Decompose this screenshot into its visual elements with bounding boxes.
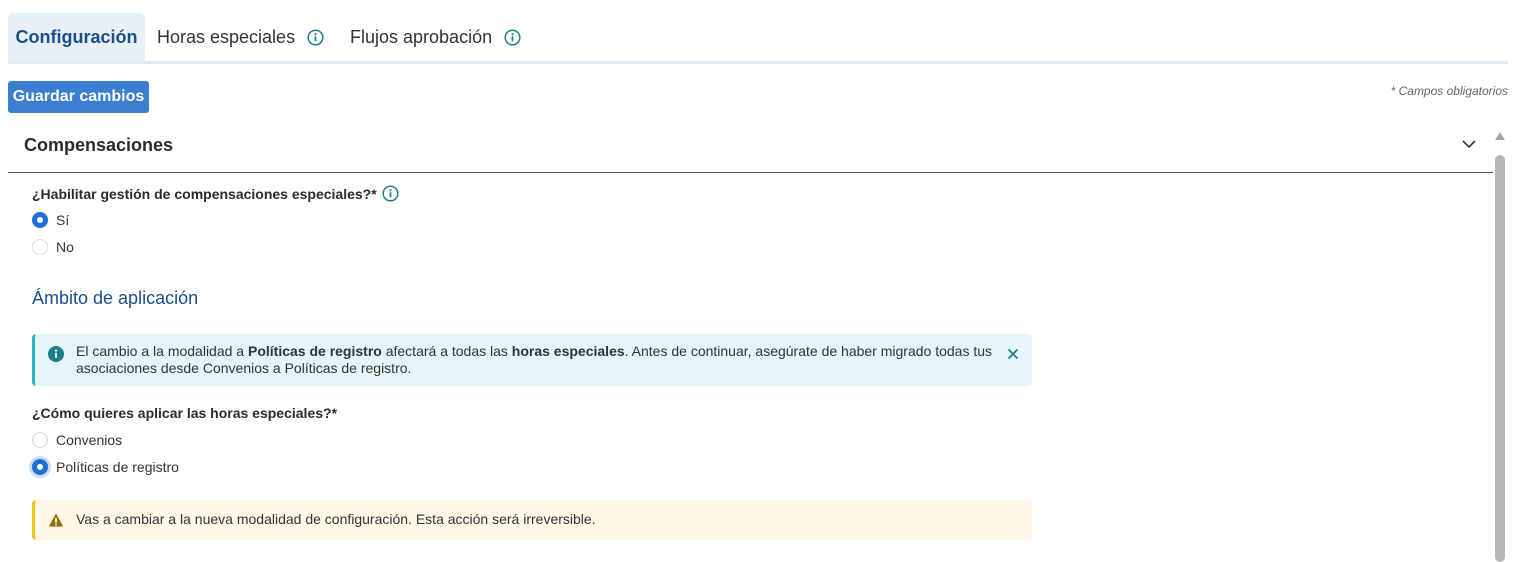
info-circle-icon[interactable]: [307, 28, 324, 46]
scrollbar-thumb[interactable]: [1495, 155, 1505, 562]
save-changes-button[interactable]: Guardar cambios: [8, 81, 149, 113]
alert-text-bold: horas especiales: [511, 343, 625, 359]
tab-divider: [8, 61, 1508, 64]
close-icon[interactable]: [1006, 347, 1020, 361]
info-circle-icon[interactable]: [504, 28, 521, 46]
radio-label: Sí: [56, 212, 70, 228]
alert-text-bold: Políticas de registro: [248, 343, 382, 359]
radio-label: Políticas de registro: [56, 459, 179, 475]
tab-configuracion[interactable]: Configuración: [8, 13, 145, 61]
tab-bar: Configuración Horas especiales Flujos ap…: [8, 13, 1508, 61]
info-alert-text: El cambio a la modalidad a Políticas de …: [76, 343, 996, 377]
alert-text-part: El cambio a la modalidad a: [76, 343, 248, 359]
scope-heading: Ámbito de aplicación: [32, 288, 199, 308]
radio-label: No: [56, 239, 74, 255]
radio-button[interactable]: [32, 459, 48, 475]
radio-button[interactable]: [32, 212, 48, 228]
apply-question: ¿Cómo quieres aplicar las horas especial…: [32, 405, 337, 421]
radio-option-no[interactable]: No: [32, 239, 74, 255]
section-title: Compensaciones: [24, 135, 174, 155]
warning-triangle-icon: [48, 512, 64, 528]
info-circle-icon[interactable]: [382, 185, 399, 202]
tab-flujos-aprobacion[interactable]: Flujos aprobación: [350, 13, 521, 61]
chevron-down-icon[interactable]: [1461, 136, 1477, 152]
radio-button[interactable]: [32, 239, 48, 255]
section-header-compensaciones[interactable]: Compensaciones: [8, 122, 1493, 173]
compensation-question: ¿Habilitar gestión de compensaciones esp…: [32, 185, 399, 202]
tab-horas-especiales[interactable]: Horas especiales: [157, 13, 324, 61]
radio-label: Convenios: [56, 432, 123, 448]
warning-alert: Vas a cambiar a la nueva modalidad de co…: [32, 500, 1032, 540]
alert-text-part: afectará a todas las: [381, 343, 512, 359]
scroll-up-arrow[interactable]: [1495, 132, 1505, 140]
question-label: ¿Habilitar gestión de compensaciones esp…: [32, 185, 377, 202]
required-fields-note: * Campos obligatorios: [1390, 84, 1508, 98]
radio-option-convenios[interactable]: Convenios: [32, 432, 122, 448]
tab-label: Configuración: [15, 26, 138, 47]
info-filled-icon: [48, 346, 64, 362]
warning-alert-text: Vas a cambiar a la nueva modalidad de co…: [76, 511, 596, 527]
tab-label: Flujos aprobación: [350, 26, 493, 47]
tab-label: Horas especiales: [157, 26, 296, 47]
radio-option-si[interactable]: Sí: [32, 212, 69, 228]
question-label: ¿Cómo quieres aplicar las horas especial…: [32, 405, 338, 421]
radio-button[interactable]: [32, 432, 48, 448]
info-alert: El cambio a la modalidad a Políticas de …: [32, 334, 1032, 386]
radio-option-politicas-de-registro[interactable]: Políticas de registro: [32, 459, 179, 475]
